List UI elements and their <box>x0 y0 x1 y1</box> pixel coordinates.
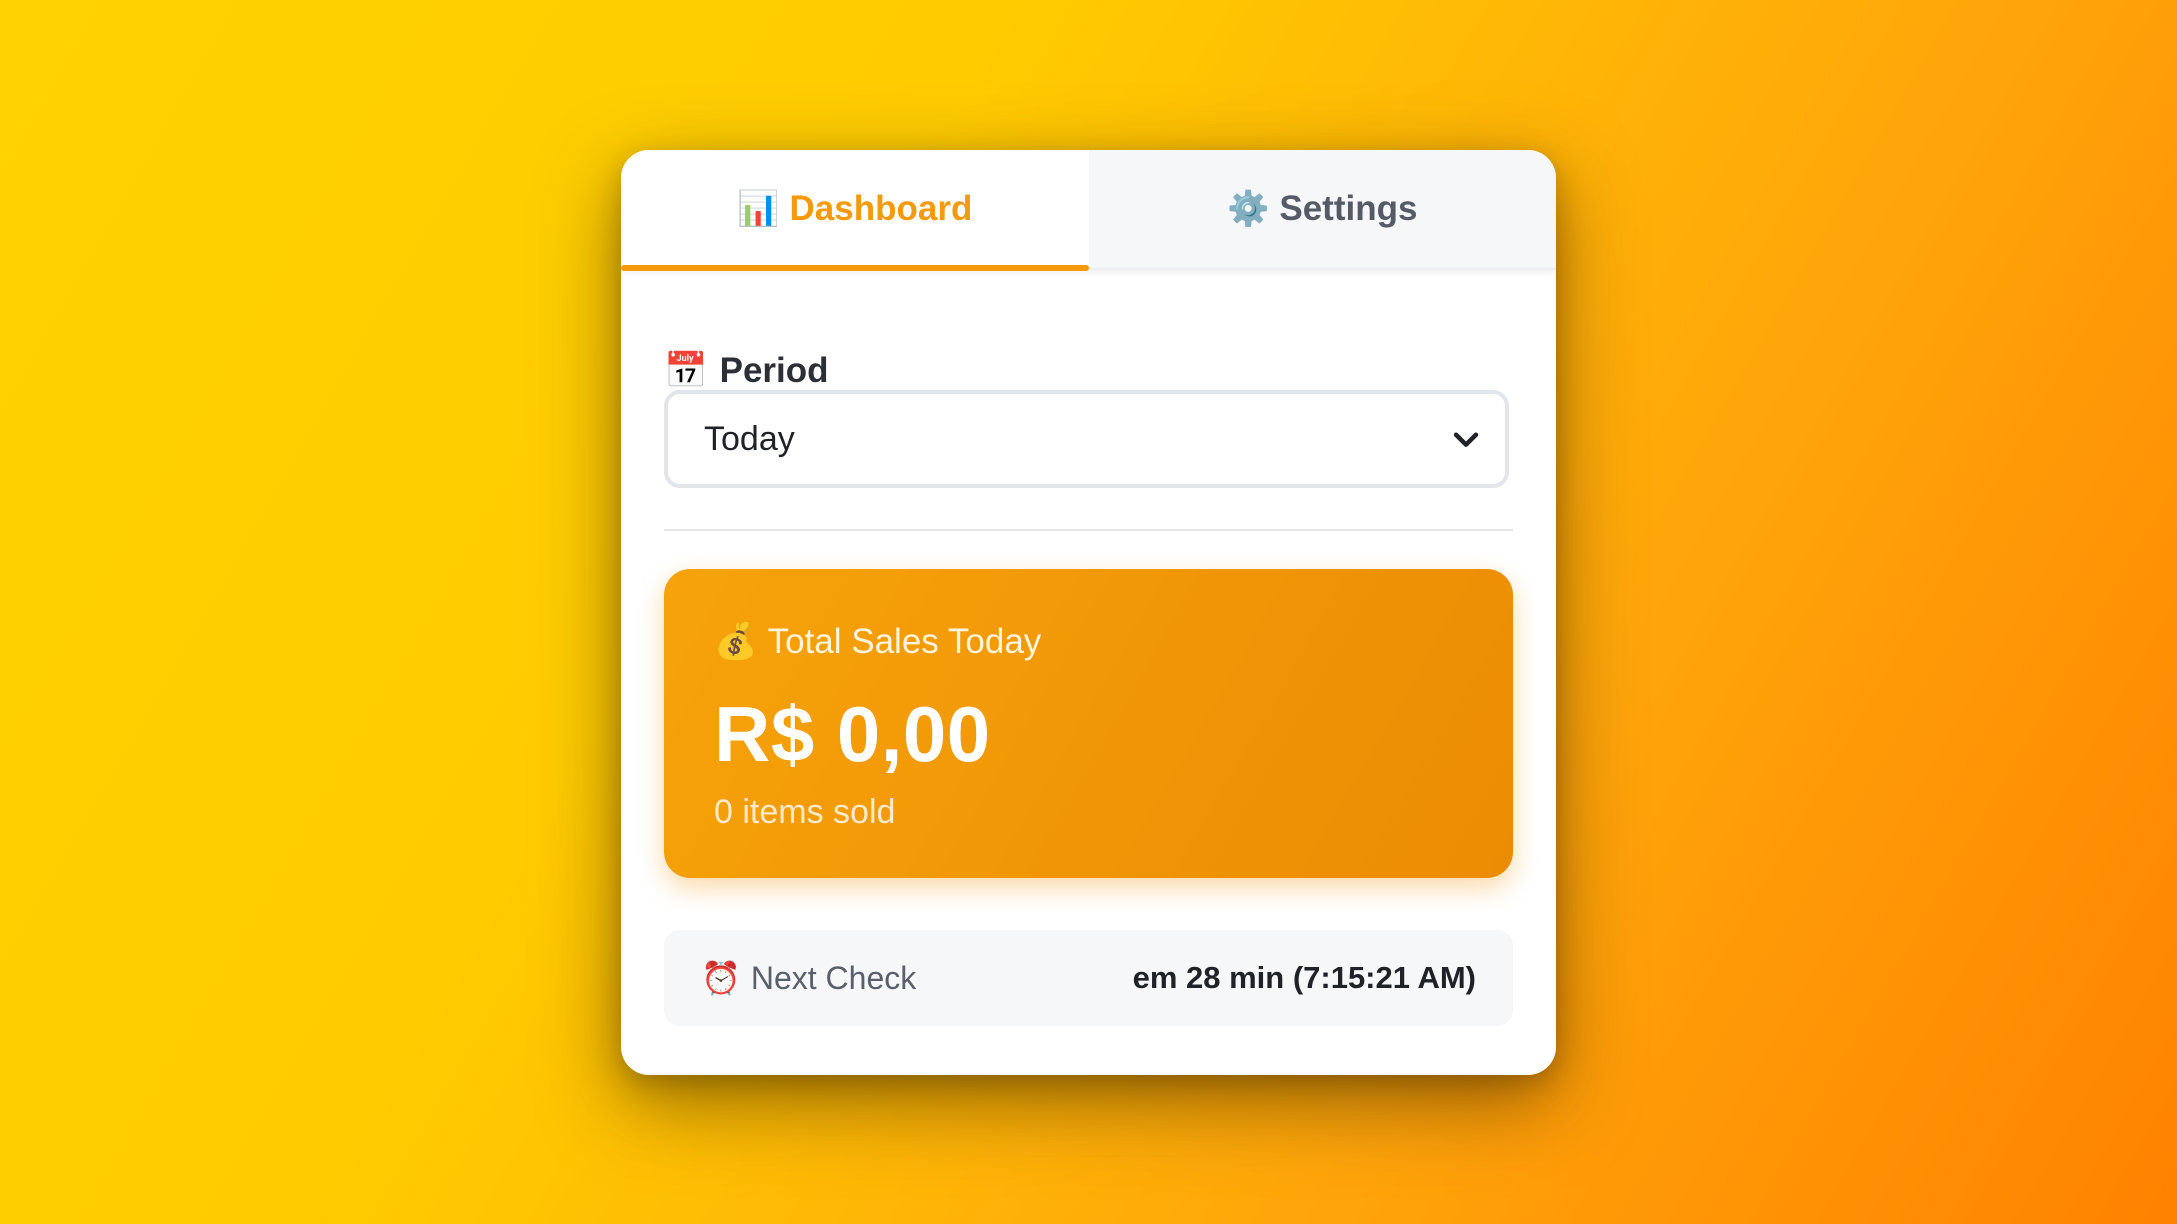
tab-bar: 📊 Dashboard ⚙️ Settings <box>621 150 1557 271</box>
sales-title: 💰 Total Sales Today <box>714 621 1042 663</box>
items-sold-count: 0 items sold <box>714 793 896 831</box>
tab-settings-label: Settings <box>1279 189 1418 228</box>
bar-chart-icon: 📊 <box>737 189 780 229</box>
tab-dashboard[interactable]: 📊 Dashboard <box>621 150 1089 271</box>
gear-icon: ⚙️ <box>1227 189 1270 229</box>
alarm-clock-icon: ⏰ <box>701 959 741 997</box>
extension-popup: 📊 Dashboard ⚙️ Settings 📅 Period Today 💰… <box>621 150 1556 1075</box>
tab-settings[interactable]: ⚙️ Settings <box>1089 150 1557 268</box>
next-check-row: ⏰ Next Check em 28 min (7:15:21 AM) <box>664 930 1513 1026</box>
sales-title-text: Total Sales Today <box>767 621 1042 661</box>
calendar-icon: 📅 <box>664 351 708 391</box>
next-check-time: em 28 min (7:15:21 AM) <box>1132 960 1476 995</box>
next-check-label-text: Next Check <box>750 959 917 996</box>
divider <box>664 529 1513 531</box>
chevron-down-icon <box>1453 432 1479 447</box>
sales-amount: R$ 0,00 <box>714 690 991 778</box>
tab-dashboard-label: Dashboard <box>789 189 973 228</box>
sales-summary-card: 💰 Total Sales Today R$ 0,00 0 items sold <box>664 569 1513 878</box>
money-bag-icon: 💰 <box>714 622 758 662</box>
period-label-text: Period <box>719 350 829 390</box>
next-check-label: ⏰ Next Check <box>701 959 916 997</box>
period-select-value: Today <box>704 419 795 458</box>
period-label: 📅 Period <box>664 350 829 392</box>
period-select[interactable]: Today <box>664 390 1509 488</box>
